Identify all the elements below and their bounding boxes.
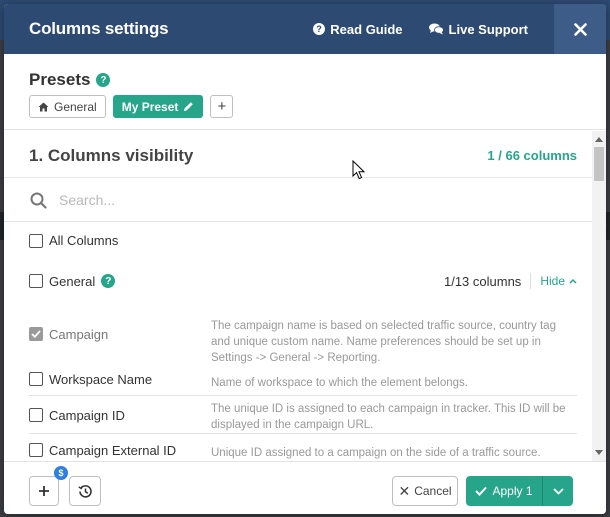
all-columns-label: All Columns — [49, 233, 119, 248]
column-checkbox-workspace-name[interactable] — [29, 372, 43, 386]
column-description: Unique ID assigned to a campaign on the … — [211, 447, 541, 459]
columns-visibility-title: 1. Columns visibility — [29, 146, 194, 165]
modal-footer: $ ✕ Cancel Apply 1 — [4, 461, 606, 514]
scrollbar-thumb[interactable] — [594, 147, 604, 181]
preset-my-preset-label: My Preset — [121, 99, 179, 114]
column-description: The campaign name is based on selected t… — [211, 320, 556, 364]
vertical-scrollbar[interactable] — [592, 131, 606, 461]
svg-text:?: ? — [317, 24, 323, 34]
plus-icon — [39, 486, 49, 496]
check-icon — [31, 330, 41, 338]
check-icon — [475, 486, 488, 496]
scroll-up-arrow-icon[interactable] — [595, 137, 603, 142]
apply-label: Apply 1 — [492, 484, 533, 498]
column-checkbox-campaign-id[interactable] — [29, 408, 43, 422]
mouse-pointer-icon — [352, 160, 366, 180]
column-description: The unique ID is assigned to each campai… — [211, 403, 566, 431]
column-row-campaign: Campaign The campaign name is based on s… — [29, 318, 577, 366]
column-name: Workspace Name — [49, 372, 153, 387]
search-input[interactable] — [59, 192, 539, 208]
scroll-down-arrow-icon[interactable] — [595, 450, 603, 455]
history-button[interactable] — [69, 476, 101, 506]
pencil-icon[interactable] — [183, 101, 194, 112]
presets-help-icon[interactable]: ? — [96, 73, 111, 87]
modal-title: Columns settings — [29, 19, 169, 38]
live-support-label: Live Support — [448, 21, 528, 37]
premium-badge: $ — [54, 466, 68, 480]
column-row-workspace-name: Workspace Name Name of workspace to whic… — [29, 372, 577, 391]
home-icon — [38, 102, 49, 111]
hide-group-toggle[interactable]: Hide — [540, 274, 577, 288]
column-checkbox-campaign-external-id[interactable] — [29, 443, 43, 457]
live-support-link[interactable]: Live Support — [428, 21, 528, 37]
general-group-row: General ? 1/13 columns Hide — [29, 273, 577, 289]
add-column-button[interactable]: $ — [29, 466, 68, 506]
hide-group-label: Hide — [540, 274, 565, 288]
row-divider — [29, 433, 577, 434]
question-circle-icon: ? — [313, 23, 326, 35]
general-group-checkbox[interactable] — [29, 274, 43, 288]
history-icon — [77, 484, 92, 498]
column-checkbox-campaign[interactable] — [29, 327, 43, 341]
columns-selected-count: 1 / 66 columns — [487, 148, 577, 163]
cancel-button[interactable]: ✕ Cancel — [392, 476, 458, 506]
search-bar — [4, 179, 592, 222]
column-name: Campaign — [49, 327, 109, 342]
read-guide-link[interactable]: ? Read Guide — [313, 21, 403, 37]
close-icon: ✕ — [398, 482, 411, 499]
add-preset-button[interactable]: + — [210, 95, 234, 118]
all-columns-row[interactable]: All Columns — [29, 233, 118, 248]
general-group-count: 1/13 columns — [443, 273, 522, 289]
columns-scroll-area: 1. Columns visibility 1 / 66 columns All… — [4, 131, 606, 461]
column-description: Name of workspace to which the element b… — [211, 377, 468, 389]
row-divider — [29, 395, 577, 396]
presets-title-label: Presets — [29, 70, 91, 89]
preset-my-preset-button[interactable]: My Preset — [112, 95, 204, 118]
chevron-up-icon — [569, 278, 577, 284]
all-columns-checkbox[interactable] — [29, 233, 43, 248]
chevron-down-icon — [552, 487, 564, 495]
apply-button[interactable]: Apply 1 — [466, 476, 542, 506]
general-group-label: General — [49, 273, 96, 289]
close-icon — [573, 22, 587, 36]
column-name: Campaign External ID — [49, 443, 177, 458]
columns-visibility-header: 1. Columns visibility 1 / 66 columns — [4, 131, 592, 178]
presets-title: Presets ? — [29, 70, 111, 90]
general-help-icon[interactable]: ? — [101, 274, 116, 288]
columns-settings-modal: Columns settings ? Read Guide Live Suppo… — [4, 4, 606, 514]
cancel-label: Cancel — [414, 484, 452, 498]
close-button[interactable] — [554, 4, 606, 54]
modal-header: Columns settings ? Read Guide Live Suppo… — [4, 4, 606, 54]
preset-list: General My Preset + — [29, 95, 234, 118]
column-name: Campaign ID — [49, 408, 125, 423]
read-guide-label: Read Guide — [330, 21, 403, 37]
column-row-campaign-id: Campaign ID The unique ID is assigned to… — [29, 401, 577, 433]
chat-bubbles-icon — [428, 23, 444, 35]
apply-button-group: Apply 1 — [466, 476, 573, 506]
presets-section: Presets ? General My Preset + — [4, 54, 606, 130]
column-row-campaign-external-id: Campaign External ID Unique ID assigned … — [29, 443, 577, 461]
preset-general-label: General — [54, 99, 97, 114]
divider — [530, 273, 532, 289]
preset-general-button[interactable]: General — [29, 95, 106, 118]
apply-options-dropdown[interactable] — [543, 476, 573, 506]
search-icon — [30, 192, 47, 209]
